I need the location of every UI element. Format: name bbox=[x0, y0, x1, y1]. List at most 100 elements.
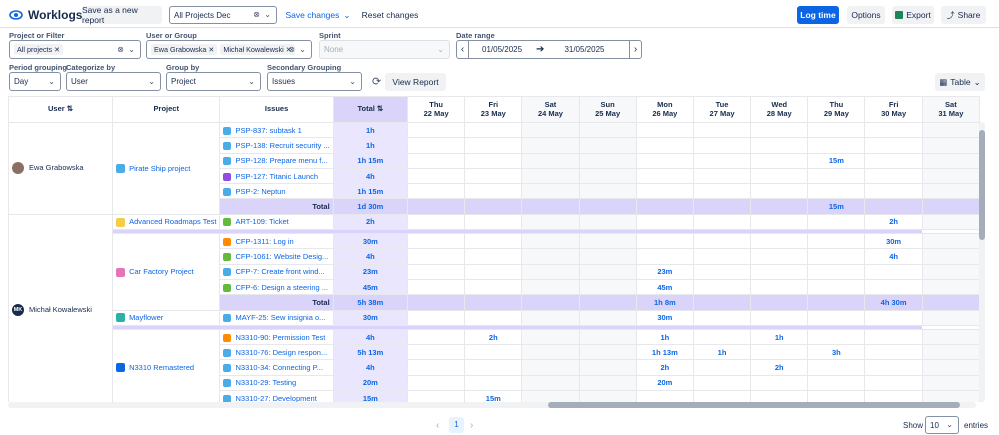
day-cell[interactable] bbox=[807, 121, 866, 139]
issue-cell[interactable]: N3310-76: Design respon... bbox=[219, 344, 334, 361]
issue-link[interactable]: MAYF-25: Sew insignia o... bbox=[235, 313, 325, 322]
day-cell[interactable] bbox=[464, 374, 523, 392]
day-cell[interactable]: 2h bbox=[864, 213, 923, 231]
day-cell[interactable] bbox=[692, 183, 752, 200]
day-cell[interactable] bbox=[692, 278, 752, 296]
day-cell[interactable]: 30m bbox=[635, 309, 694, 326]
day-cell[interactable] bbox=[407, 309, 466, 326]
day-cell[interactable] bbox=[578, 374, 637, 392]
issue-cell[interactable]: N3310-27: Development bbox=[219, 390, 334, 402]
issue-link[interactable]: PSP-138: Recruit security ... bbox=[235, 141, 329, 150]
day-cell[interactable] bbox=[807, 309, 866, 326]
day-cell[interactable] bbox=[807, 233, 866, 250]
day-cell[interactable] bbox=[921, 359, 980, 376]
day-cell[interactable] bbox=[750, 248, 809, 265]
day-cell[interactable] bbox=[464, 248, 523, 265]
day-header[interactable]: Sun 25 May bbox=[578, 96, 637, 123]
day-cell[interactable] bbox=[921, 233, 980, 250]
project-name[interactable]: Car Factory Project bbox=[129, 267, 194, 276]
day-cell[interactable] bbox=[807, 359, 866, 376]
vertical-scrollbar[interactable] bbox=[979, 122, 985, 402]
day-cell[interactable] bbox=[921, 390, 980, 402]
issue-link[interactable]: CFP-1311: Log in bbox=[235, 237, 293, 246]
day-cell[interactable] bbox=[635, 248, 694, 265]
horizontal-scrollbar-thumb[interactable] bbox=[548, 402, 960, 408]
issue-cell[interactable]: PSP-127: Titanic Launch bbox=[219, 167, 334, 185]
day-cell[interactable] bbox=[921, 263, 980, 280]
day-cell[interactable]: 15m bbox=[464, 390, 523, 402]
issue-cell[interactable]: CFP-1311: Log in bbox=[219, 233, 334, 250]
day-cell[interactable] bbox=[521, 344, 580, 361]
day-cell[interactable] bbox=[635, 213, 694, 231]
day-cell[interactable] bbox=[407, 213, 466, 231]
day-cell[interactable]: 1h bbox=[635, 328, 694, 346]
day-cell[interactable] bbox=[407, 137, 466, 154]
day-cell[interactable] bbox=[750, 152, 809, 169]
day-cell[interactable] bbox=[807, 248, 866, 265]
day-cell[interactable] bbox=[521, 137, 580, 154]
day-cell[interactable] bbox=[864, 390, 923, 402]
day-cell[interactable] bbox=[864, 374, 923, 392]
project-cell[interactable]: Advanced Roadmaps Test bbox=[112, 213, 221, 231]
day-cell[interactable] bbox=[692, 233, 752, 250]
day-cell[interactable] bbox=[807, 167, 866, 185]
day-cell[interactable] bbox=[521, 309, 580, 326]
day-cell[interactable] bbox=[921, 183, 980, 200]
issue-link[interactable]: N3310-76: Design respon... bbox=[235, 348, 327, 357]
day-cell[interactable] bbox=[921, 328, 980, 346]
day-cell[interactable] bbox=[521, 152, 580, 169]
day-cell[interactable] bbox=[807, 183, 866, 200]
day-cell[interactable] bbox=[521, 121, 580, 139]
day-cell[interactable] bbox=[807, 263, 866, 280]
day-cell[interactable] bbox=[807, 137, 866, 154]
day-cell[interactable] bbox=[692, 328, 752, 346]
day-cell[interactable] bbox=[864, 344, 923, 361]
day-cell[interactable] bbox=[750, 263, 809, 280]
day-header[interactable]: Wed 28 May bbox=[750, 96, 809, 123]
issue-cell[interactable]: N3310-34: Connecting P... bbox=[219, 359, 334, 376]
day-cell[interactable] bbox=[578, 233, 637, 250]
project-cell[interactable]: Pirate Ship project bbox=[112, 122, 221, 215]
day-cell[interactable] bbox=[750, 121, 809, 139]
day-cell[interactable] bbox=[578, 328, 637, 346]
day-header[interactable]: Thu 22 May bbox=[407, 96, 466, 123]
day-cell[interactable] bbox=[921, 248, 980, 265]
day-cell[interactable] bbox=[807, 374, 866, 392]
day-cell[interactable] bbox=[807, 390, 866, 402]
day-cell[interactable] bbox=[464, 344, 523, 361]
day-cell[interactable] bbox=[750, 213, 809, 231]
day-cell[interactable] bbox=[692, 263, 752, 280]
day-cell[interactable] bbox=[921, 344, 980, 361]
day-cell[interactable] bbox=[521, 359, 580, 376]
project-cell[interactable]: Car Factory Project bbox=[112, 233, 221, 311]
issue-cell[interactable]: CFP-1061: Website Desig... bbox=[219, 248, 334, 265]
day-cell[interactable] bbox=[407, 263, 466, 280]
day-cell[interactable] bbox=[578, 344, 637, 361]
day-cell[interactable] bbox=[692, 213, 752, 231]
prev-page-button[interactable]: ‹ bbox=[436, 420, 439, 431]
day-cell[interactable] bbox=[921, 152, 980, 169]
day-cell[interactable] bbox=[521, 183, 580, 200]
day-cell[interactable] bbox=[407, 152, 466, 169]
day-cell[interactable] bbox=[464, 121, 523, 139]
issue-link[interactable]: PSP-127: Titanic Launch bbox=[235, 172, 318, 181]
day-cell[interactable] bbox=[635, 167, 694, 185]
day-cell[interactable] bbox=[750, 137, 809, 154]
issue-link[interactable]: PSP-2: Neptun bbox=[235, 187, 285, 196]
day-cell[interactable] bbox=[921, 167, 980, 185]
issue-link[interactable]: N3310-90: Permission Test bbox=[235, 333, 325, 342]
day-cell[interactable]: 30m bbox=[864, 233, 923, 250]
day-cell[interactable] bbox=[864, 183, 923, 200]
day-cell[interactable] bbox=[521, 167, 580, 185]
issue-link[interactable]: N3310-29: Testing bbox=[235, 378, 296, 387]
day-cell[interactable] bbox=[635, 183, 694, 200]
day-cell[interactable] bbox=[407, 278, 466, 296]
project-name[interactable]: Pirate Ship project bbox=[129, 164, 190, 173]
day-cell[interactable] bbox=[921, 278, 980, 296]
day-cell[interactable]: 2h bbox=[750, 359, 809, 376]
day-cell[interactable] bbox=[578, 309, 637, 326]
current-page[interactable]: 1 bbox=[449, 417, 464, 433]
issue-cell[interactable]: N3310-90: Permission Test bbox=[219, 328, 334, 346]
day-cell[interactable] bbox=[921, 213, 980, 231]
project-name[interactable]: N3310 Remastered bbox=[129, 363, 194, 372]
